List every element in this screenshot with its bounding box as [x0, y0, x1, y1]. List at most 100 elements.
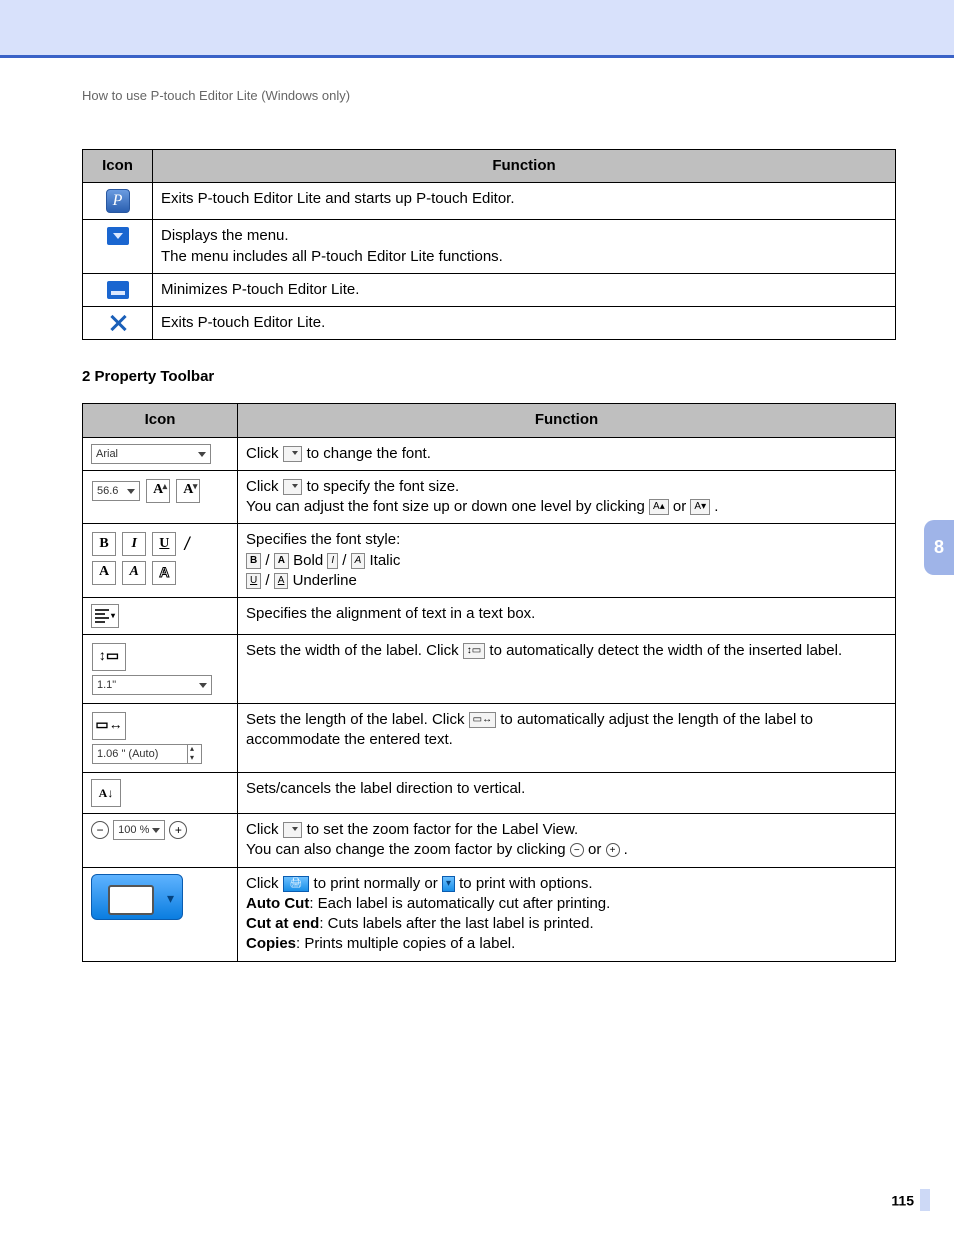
- font-size-down-button[interactable]: A: [176, 479, 200, 503]
- text: Click: [246, 478, 283, 495]
- table-row: Exits P-touch Editor Lite.: [83, 307, 896, 340]
- divider-icon: /: [183, 532, 192, 556]
- text: to change the font.: [307, 445, 431, 462]
- table-row: ↕▭ 1.1" Sets the width of the label. Cli…: [83, 635, 896, 704]
- zoom-in-icon: +: [606, 843, 620, 857]
- solid-a-button[interactable]: A: [92, 561, 116, 585]
- chapter-tab: 8: [924, 520, 954, 575]
- label: Auto Cut: [246, 895, 309, 912]
- underline-a-icon: A: [274, 573, 289, 589]
- th-icon: Icon: [83, 150, 153, 183]
- width-select[interactable]: 1.1": [92, 675, 212, 695]
- table-row: Click 🖨 to print normally or ▾ to print …: [83, 867, 896, 961]
- table-row: Arial Click to change the font.: [83, 437, 896, 470]
- text: Bold: [293, 552, 327, 569]
- bold-b-icon: B: [246, 553, 261, 569]
- header-band: [0, 0, 954, 58]
- dropdown-icon: [283, 446, 303, 462]
- zoom-combo[interactable]: 100 %: [113, 820, 165, 840]
- page-number: 115: [891, 1191, 930, 1213]
- table-row: Displays the menu. The menu includes all…: [83, 220, 896, 274]
- table-row: 56.6 A A Click to specify the font size.…: [83, 470, 896, 524]
- length-input[interactable]: 1.06 " (Auto): [92, 744, 202, 764]
- font-size-combo[interactable]: 56.6: [92, 481, 140, 501]
- text: to print with options.: [459, 875, 592, 892]
- align-button[interactable]: ▾: [91, 604, 119, 628]
- text: Specifies the font style:: [246, 531, 400, 548]
- underline-u-icon: U: [246, 573, 261, 589]
- zoom-out-icon: −: [570, 843, 584, 857]
- text: to print normally or: [314, 875, 442, 892]
- zoom-out-button[interactable]: −: [91, 821, 109, 839]
- text: or: [588, 841, 606, 858]
- bold-a-icon: A: [274, 553, 289, 569]
- text: Italic: [370, 552, 401, 569]
- text: : Each label is automatically cut after …: [309, 895, 610, 912]
- text: .: [714, 498, 718, 515]
- text: or: [673, 498, 691, 515]
- th-function: Function: [238, 404, 896, 437]
- width-detect-button[interactable]: ↕▭: [92, 643, 126, 671]
- dropdown-icon: [283, 479, 303, 495]
- text: Sets the width of the label. Click: [246, 642, 463, 659]
- text: Underline: [293, 572, 357, 589]
- font-select[interactable]: Arial: [91, 444, 211, 464]
- italic-a-button[interactable]: A: [122, 561, 146, 585]
- minimize-icon: [107, 281, 129, 299]
- text: You can also change the zoom factor by c…: [246, 841, 570, 858]
- text: .: [624, 841, 628, 858]
- text: Specifies the alignment of text in a tex…: [238, 598, 896, 635]
- section-title: 2 Property Toolbar: [82, 368, 896, 385]
- size-up-icon: A▴: [649, 499, 669, 515]
- dropdown-icon: [283, 822, 303, 838]
- vertical-button[interactable]: A↓: [91, 779, 121, 807]
- text: Click: [246, 821, 283, 838]
- width-detect-icon: ↕▭: [463, 643, 485, 659]
- print-button[interactable]: [91, 874, 183, 920]
- italic-i-icon: I: [327, 553, 338, 569]
- text: : Prints multiple copies of a label.: [296, 935, 515, 952]
- toolbar-table-1: Icon Function P Exits P-touch Editor Lit…: [82, 149, 896, 340]
- th-icon: Icon: [83, 404, 238, 437]
- text: Sets/cancels the label direction to vert…: [238, 773, 896, 814]
- print-icon: 🖨: [283, 876, 310, 892]
- table-row: Minimizes P-touch Editor Lite.: [83, 273, 896, 306]
- length-auto-icon: ▭↔: [469, 712, 496, 728]
- text: Click: [246, 875, 283, 892]
- italic-a-icon: A: [351, 553, 366, 569]
- menu-icon: [107, 227, 129, 245]
- outline-a-button[interactable]: A: [152, 561, 176, 585]
- table-row: ▾ Specifies the alignment of text in a t…: [83, 598, 896, 635]
- size-down-icon: A▾: [690, 499, 710, 515]
- text: : Cuts labels after the last label is pr…: [319, 915, 593, 932]
- italic-button[interactable]: I: [122, 532, 146, 556]
- underline-button[interactable]: U: [152, 532, 176, 556]
- close-icon: [109, 314, 127, 332]
- text: Sets the length of the label. Click: [246, 711, 469, 728]
- fn-cell: Displays the menu. The menu includes all…: [153, 220, 896, 274]
- table-row: A↓ Sets/cancels the label direction to v…: [83, 773, 896, 814]
- print-options-icon: ▾: [442, 876, 455, 892]
- length-auto-button[interactable]: ▭↔: [92, 712, 126, 740]
- bold-button[interactable]: B: [92, 532, 116, 556]
- label: Copies: [246, 935, 296, 952]
- property-toolbar-table: Icon Function Arial Click to change the …: [82, 403, 896, 961]
- text: to automatically detect the width of the…: [489, 642, 842, 659]
- table-row: ▭↔ 1.06 " (Auto) Sets the length of the …: [83, 704, 896, 773]
- fn-cell: Minimizes P-touch Editor Lite.: [153, 273, 896, 306]
- text: to specify the font size.: [307, 478, 460, 495]
- font-size-up-button[interactable]: A: [146, 479, 170, 503]
- th-function: Function: [153, 150, 896, 183]
- ptouch-editor-icon: P: [106, 189, 130, 213]
- fn-cell: Exits P-touch Editor Lite.: [153, 307, 896, 340]
- table-row: B I U / A A A Specifies the font style: …: [83, 524, 896, 598]
- text: Click: [246, 445, 283, 462]
- text: You can adjust the font size up or down …: [246, 498, 649, 515]
- label: Cut at end: [246, 915, 319, 932]
- table-row: P Exits P-touch Editor Lite and starts u…: [83, 183, 896, 220]
- text: to set the zoom factor for the Label Vie…: [307, 821, 579, 838]
- zoom-in-button[interactable]: +: [169, 821, 187, 839]
- fn-cell: Exits P-touch Editor Lite and starts up …: [153, 183, 896, 220]
- table-row: − 100 % + Click to set the zoom factor f…: [83, 814, 896, 868]
- breadcrumb: How to use P-touch Editor Lite (Windows …: [82, 88, 896, 103]
